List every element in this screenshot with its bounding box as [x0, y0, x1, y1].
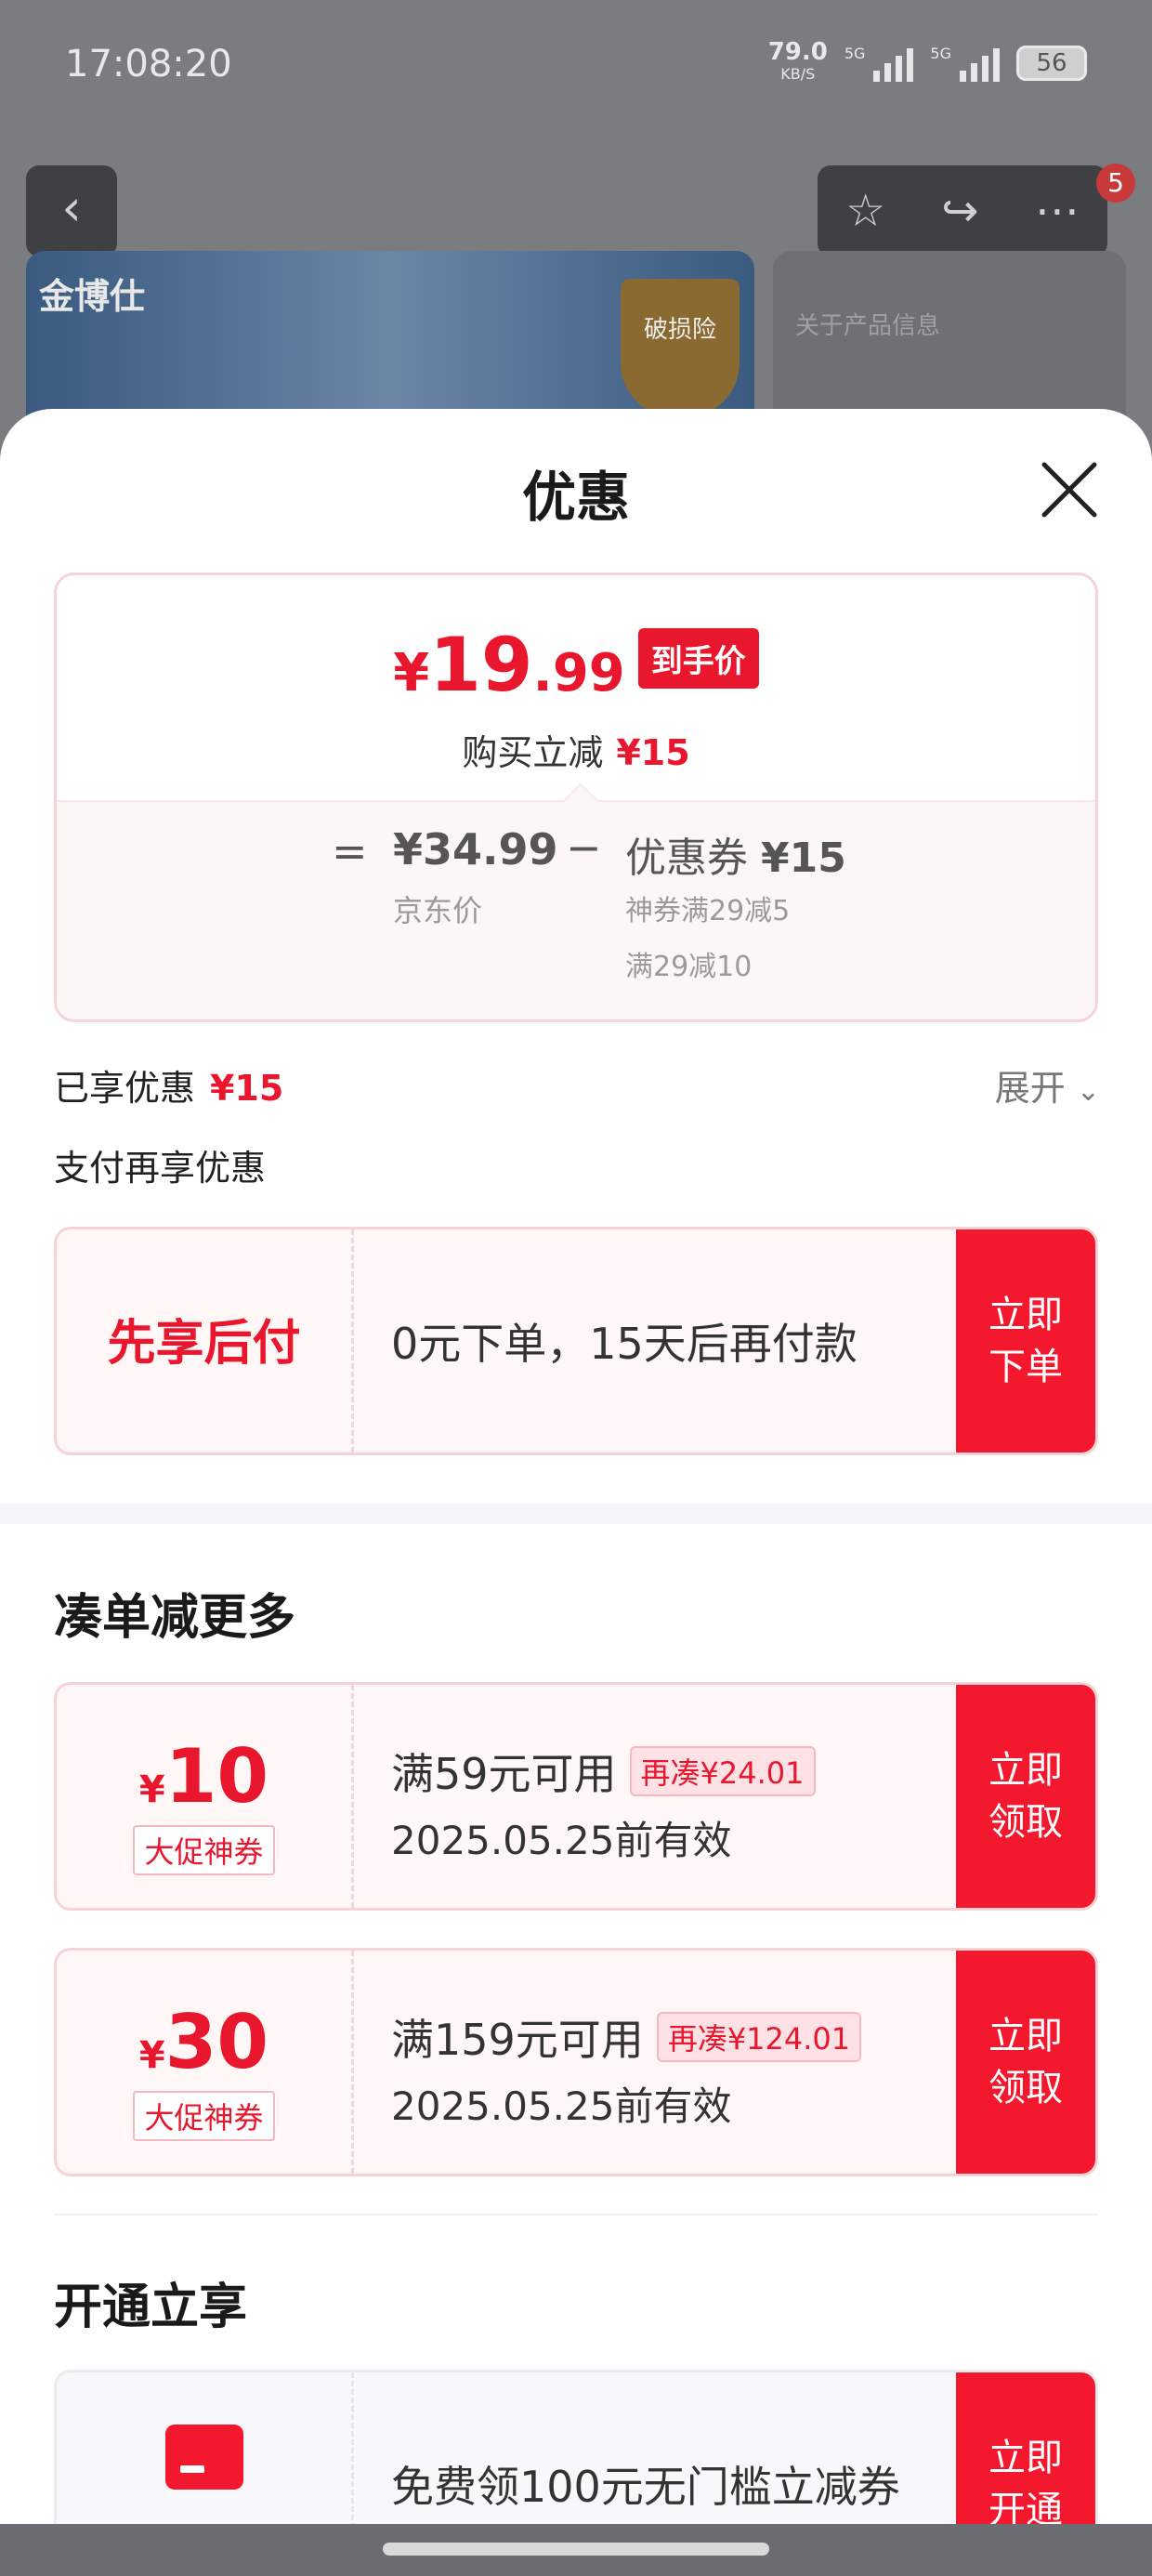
coupon-badge: 大促神券 [133, 1825, 275, 1875]
jd-price-label: 京东价 [393, 893, 483, 928]
close-icon[interactable] [1039, 459, 1100, 520]
bnpl-title: 先享后付 [107, 1316, 301, 1372]
battery-icon: 56 [1016, 46, 1087, 81]
coupon-total: 优惠券 ¥15 [625, 835, 846, 882]
order-now-button[interactable]: 立即 下单 [956, 1229, 1095, 1452]
back-button[interactable]: ‹ [26, 165, 117, 256]
coupon-extra-tag: 再凑¥24.01 [629, 1746, 816, 1796]
star-icon[interactable]: ☆ [845, 185, 885, 237]
status-time: 17:08:20 [65, 43, 232, 85]
pay-more-label: 支付再享优惠 [54, 1148, 267, 1189]
brand-logo: 金博仕 [39, 276, 146, 317]
coupon-condition: 满59元可用 再凑¥24.01 [391, 1741, 816, 1802]
coupon-condition: 满159元可用 再凑¥124.01 [391, 2006, 862, 2068]
signal-icon: 5G [844, 45, 914, 82]
more-icon[interactable]: ⋯ [1035, 185, 1080, 237]
signal-icon-2: 5G [930, 45, 1000, 82]
share-icon[interactable]: ↪ [941, 185, 978, 237]
chevron-down-icon: ⌄ [1076, 1075, 1100, 1108]
coupon-amount: ¥30 [138, 1999, 269, 2085]
bnpl-desc: 0元下单，15天后再付款 [391, 1319, 857, 1369]
final-price-card: ¥19.99 到手价 购买立减 ¥15 = ¥34.99 京东价 − 优惠券 ¥15… [54, 572, 1098, 1022]
jd-price: ¥34.99 [393, 824, 558, 874]
price-breakdown: = ¥34.99 京东价 − 优惠券 ¥15 神券满29减5 满29减10 [57, 782, 1095, 1019]
network-speed: 79.0 KB/S [767, 38, 828, 83]
chevron-left-icon: ‹ [61, 178, 82, 237]
claim-coupon-button[interactable]: 立即 领取 [956, 1685, 1095, 1908]
coupon-card: ¥10 大促神券 满59元可用 再凑¥24.01 2025.05.25前有效 立即… [54, 1682, 1098, 1911]
expand-button[interactable]: 展开 ⌄ [995, 1059, 1100, 1111]
instant-discount: 购买立减 ¥15 [462, 732, 690, 773]
shield-badge: 破损险 [621, 279, 740, 418]
status-bar: 17:08:20 79.0 KB/S 5G 5G 56 [0, 0, 1152, 139]
cart-badge: 5 [1096, 164, 1135, 203]
bnpl-card: 先享后付 0元下单，15天后再付款 立即 下单 [54, 1227, 1098, 1455]
home-indicator[interactable] [383, 2543, 769, 2556]
coupon-validity: 2025.05.25前有效 [391, 1818, 732, 1863]
open-section-title: 开通立享 [54, 2280, 248, 2335]
divider [54, 2214, 1098, 2215]
coupon-validity: 2025.05.25前有效 [391, 2083, 732, 2129]
enjoyed-discount: 已享优惠 ¥15 [54, 1068, 284, 1109]
header-actions: ☆ ↪ ⋯ [818, 165, 1107, 256]
coupon-card: ¥30 大促神券 满159元可用 再凑¥124.01 2025.05.25前有效 … [54, 1948, 1098, 2176]
section-divider [0, 1504, 1152, 1524]
claim-coupon-button[interactable]: 立即 领取 [956, 1951, 1095, 2174]
coupon-badge: 大促神券 [133, 2091, 275, 2141]
coupon-extra-tag: 再凑¥124.01 [656, 2012, 862, 2062]
coupon-amount: ¥10 [138, 1733, 269, 1820]
status-indicators: 79.0 KB/S 5G 5G 56 [767, 38, 1087, 85]
more-section-title: 凑单减更多 [54, 1590, 296, 1646]
final-price: ¥19.99 到手价 [57, 622, 1095, 708]
coupon-detail: 神券满29减5 [625, 895, 791, 927]
final-price-tag: 到手价 [637, 628, 759, 689]
discount-sheet: 优惠 ¥19.99 到手价 购买立减 ¥15 = ¥34.99 京东价 − 优惠券 … [0, 409, 1152, 2576]
credit-card-icon [164, 2425, 243, 2490]
sheet-title: 优惠 [521, 466, 630, 529]
coupon-detail: 满29减10 [625, 951, 753, 983]
